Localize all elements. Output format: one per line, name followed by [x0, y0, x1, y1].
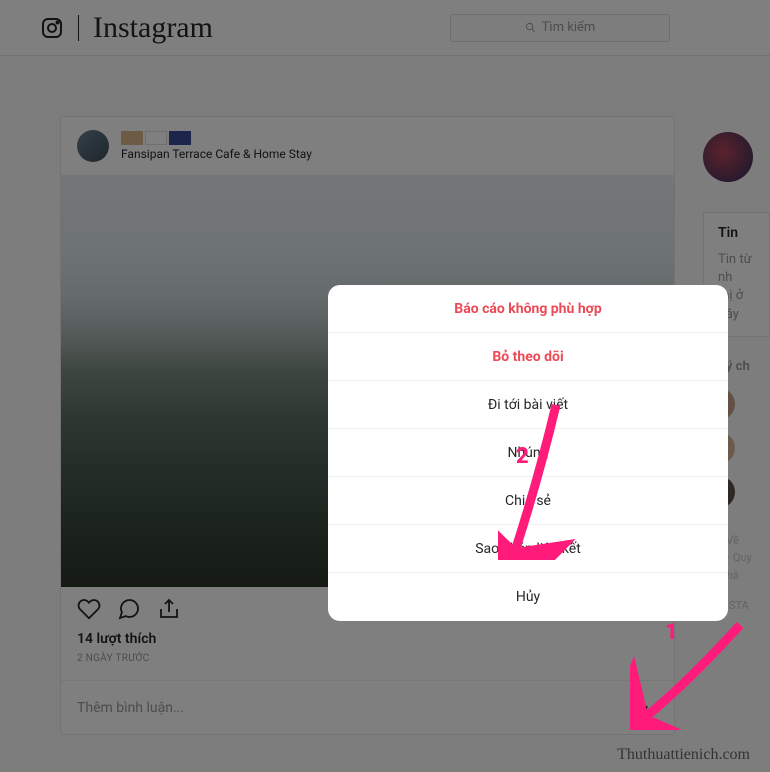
modal-option[interactable]: Nhúng [328, 429, 728, 477]
modal-option[interactable]: Bỏ theo dõi [328, 333, 728, 381]
modal-overlay[interactable]: Báo cáo không phù hợpBỏ theo dõiĐi tới b… [0, 0, 770, 772]
modal-option[interactable]: Hủy [328, 573, 728, 621]
options-modal: Báo cáo không phù hợpBỏ theo dõiĐi tới b… [328, 285, 728, 621]
modal-option[interactable]: Báo cáo không phù hợp [328, 285, 728, 333]
modal-option[interactable]: Sao chép liên kết [328, 525, 728, 573]
watermark: Thuthuattienich.com [617, 746, 750, 764]
modal-option[interactable]: Chia sẻ [328, 477, 728, 525]
modal-option[interactable]: Đi tới bài viết [328, 381, 728, 429]
